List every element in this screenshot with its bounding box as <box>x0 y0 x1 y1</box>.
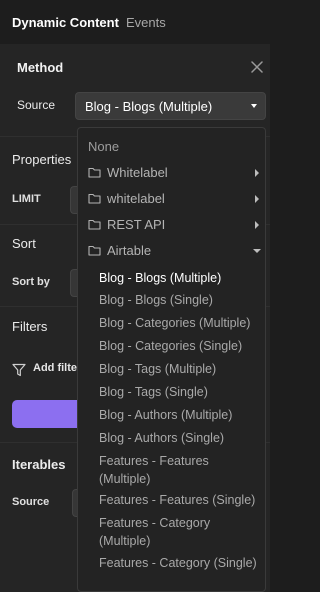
chevron-right-icon <box>255 169 259 177</box>
chevron-down-icon <box>251 104 257 108</box>
folder-icon <box>88 245 101 256</box>
dropdown-option[interactable]: Blog - Categories (Multiple) <box>99 314 259 332</box>
dropdown-option[interactable]: Blog - Authors (Single) <box>99 429 259 447</box>
source-dropdown-menu: None Whitelabel whitelabel REST API Airt… <box>77 127 266 592</box>
sort-heading: Sort <box>12 236 36 251</box>
iterables-heading: Iterables <box>12 457 66 472</box>
source-label: Source <box>17 98 56 112</box>
close-icon[interactable] <box>250 60 264 74</box>
dropdown-option[interactable]: Blog - Blogs (Multiple) <box>99 269 259 287</box>
dropdown-folder[interactable]: whitelabel <box>88 190 263 208</box>
dropdown-folder[interactable]: REST API <box>88 216 263 234</box>
folder-icon <box>88 167 101 178</box>
filters-heading: Filters <box>12 319 48 334</box>
source-select[interactable]: Blog - Blogs (Multiple) <box>75 92 266 120</box>
dropdown-option[interactable]: Blog - Categories (Single) <box>99 337 259 355</box>
properties-heading: Properties <box>12 152 72 167</box>
dropdown-folder[interactable]: Airtable <box>88 242 263 260</box>
tab-bar: Dynamic Content Events <box>0 0 270 44</box>
dropdown-option[interactable]: Blog - Tags (Multiple) <box>99 360 259 378</box>
folder-icon <box>88 219 101 230</box>
folder-label: Airtable <box>107 243 152 258</box>
dropdown-option-none[interactable]: None <box>88 139 119 154</box>
dropdown-option[interactable]: Blog - Authors (Multiple) <box>99 406 259 424</box>
chevron-right-icon <box>255 221 259 229</box>
dropdown-option[interactable]: Blog - Tags (Single) <box>99 383 259 401</box>
tab-events[interactable]: Events <box>126 15 166 30</box>
folder-label: REST API <box>107 217 166 232</box>
sort-by-label: Sort by <box>12 276 50 288</box>
dropdown-option[interactable]: Features - Features (Multiple) <box>99 452 259 488</box>
dropdown-option[interactable]: Blog - Blogs (Single) <box>99 291 259 309</box>
filter-icon <box>12 363 26 377</box>
add-filter-label: Add filte <box>33 362 77 374</box>
tab-dynamic-content[interactable]: Dynamic Content <box>12 15 119 30</box>
dropdown-option[interactable]: Features - Category (Multiple) <box>99 514 259 550</box>
dropdown-folder[interactable]: Whitelabel <box>88 164 263 182</box>
chevron-right-icon <box>255 195 259 203</box>
folder-label: whitelabel <box>107 191 165 206</box>
source-select-value: Blog - Blogs (Multiple) <box>85 99 213 114</box>
folder-label: Whitelabel <box>107 165 168 180</box>
dropdown-option[interactable]: Features - Category (Single) <box>99 554 259 572</box>
chevron-down-icon <box>253 249 261 253</box>
method-heading: Method <box>17 60 64 75</box>
iterables-source-label: Source <box>12 496 50 508</box>
folder-icon <box>88 193 101 204</box>
dropdown-option[interactable]: Features - Features (Single) <box>99 491 259 509</box>
limit-label: LIMIT <box>12 193 41 205</box>
